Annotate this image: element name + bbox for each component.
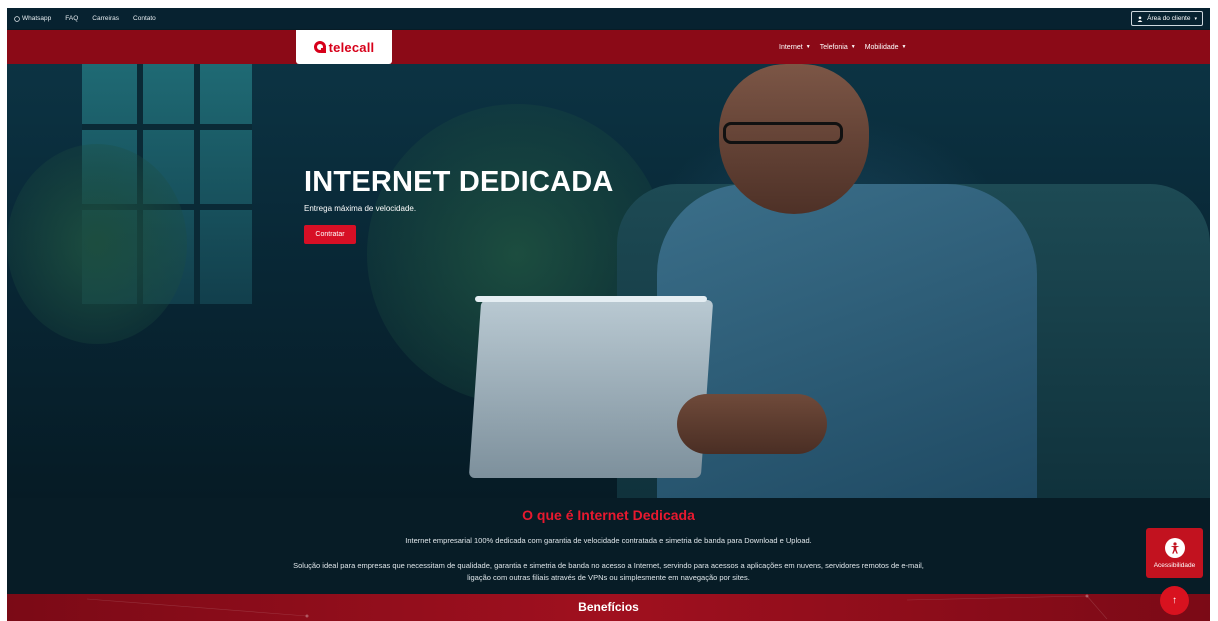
nav-item-internet[interactable]: Internet ▼ xyxy=(779,44,811,51)
benefits-title: Benefícios xyxy=(578,600,639,614)
accessibility-label: Acessibilidade xyxy=(1153,561,1196,569)
arrow-up-icon: ↑ xyxy=(1172,595,1177,606)
top-links: Whatsapp FAQ Carreiras Contato xyxy=(14,8,156,29)
logo-text: telecall xyxy=(328,39,375,55)
nav-item-label: Internet xyxy=(779,43,803,51)
client-area-button[interactable]: Área do cliente ▾ xyxy=(1131,11,1203,26)
faq-link[interactable]: FAQ xyxy=(65,15,78,22)
benefits-section: Benefícios xyxy=(7,594,1210,621)
client-area-label: Área do cliente xyxy=(1147,15,1191,22)
accessibility-button[interactable]: Acessibilidade xyxy=(1146,528,1203,578)
info-section: O que é Internet Dedicada Internet empre… xyxy=(7,498,1210,594)
laptop-edge-image xyxy=(475,296,707,302)
scroll-to-top-button[interactable]: ↑ xyxy=(1160,586,1189,615)
page-frame: Whatsapp FAQ Carreiras Contato Área do c… xyxy=(7,8,1210,621)
nav-menu: Internet ▼ Telefonia ▼ Mobilidade ▼ xyxy=(779,30,907,64)
arm-image xyxy=(677,394,827,454)
caret-down-icon: ▼ xyxy=(901,44,907,50)
whatsapp-link[interactable]: Whatsapp xyxy=(14,15,51,22)
contratar-button[interactable]: Contratar xyxy=(304,225,356,244)
careers-link[interactable]: Carreiras xyxy=(92,15,119,22)
whatsapp-label: Whatsapp xyxy=(22,15,52,22)
accessibility-icon xyxy=(1164,537,1185,558)
caret-down-icon: ▼ xyxy=(805,44,811,50)
nav-item-mobilidade[interactable]: Mobilidade ▼ xyxy=(865,44,907,51)
telecall-logo-icon xyxy=(313,41,326,53)
hero-banner: INTERNET DEDICADA Entrega máxima de velo… xyxy=(7,64,1210,498)
laptop-image xyxy=(468,300,714,478)
hero-title: INTERNET DEDICADA xyxy=(304,166,614,198)
nav-item-telefonia[interactable]: Telefonia ▼ xyxy=(820,44,856,51)
caret-down-icon: ▼ xyxy=(850,44,856,50)
main-navbar: telecall Internet ▼ Telefonia ▼ Mobilida… xyxy=(7,30,1210,64)
chevron-down-icon: ▾ xyxy=(1194,15,1197,22)
logo[interactable]: telecall xyxy=(296,30,392,64)
hero-subtitle: Entrega máxima de velocidade. xyxy=(304,204,417,213)
section-paragraph: Solução ideal para empresas que necessit… xyxy=(293,561,924,582)
contact-link[interactable]: Contato xyxy=(133,15,156,22)
whatsapp-icon xyxy=(14,15,20,22)
section-title: O que é Internet Dedicada xyxy=(522,507,695,523)
nav-item-label: Mobilidade xyxy=(864,43,899,51)
top-bar: Whatsapp FAQ Carreiras Contato Área do c… xyxy=(7,8,1210,29)
glasses-image xyxy=(723,122,843,144)
nav-item-label: Telefonia xyxy=(819,43,848,51)
section-paragraph: Internet empresarial 100% dedicada com g… xyxy=(405,536,812,545)
user-icon xyxy=(1137,15,1143,22)
plant-decoration xyxy=(7,144,187,344)
